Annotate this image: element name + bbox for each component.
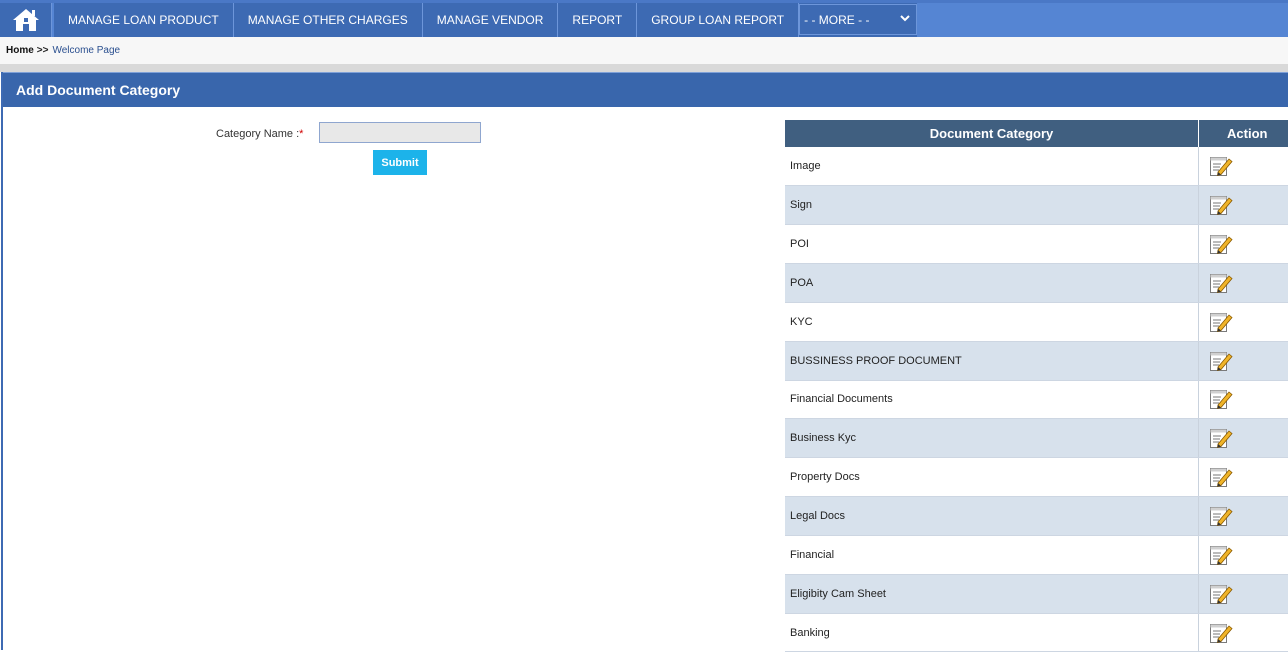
table-row: Banking — [785, 613, 1288, 652]
table-header-row: Document Category Action — [785, 120, 1288, 147]
action-cell — [1198, 147, 1288, 187]
edit-icon[interactable] — [1209, 155, 1233, 177]
edit-icon[interactable] — [1209, 272, 1233, 294]
table-row: Sign — [785, 185, 1288, 226]
table-row: Financial Documents — [785, 380, 1288, 420]
breadcrumb-current[interactable]: Welcome Page — [52, 45, 120, 56]
table-row: POA — [785, 263, 1288, 303]
edit-icon[interactable] — [1209, 544, 1233, 566]
category-name-cell: Legal Docs — [785, 496, 1200, 536]
breadcrumb-separator: >> — [36, 45, 49, 56]
category-name-cell: Banking — [785, 613, 1200, 652]
action-cell — [1198, 185, 1288, 226]
category-name-cell: Business Kyc — [785, 418, 1200, 459]
edit-icon[interactable] — [1209, 233, 1233, 255]
category-name-label: Category Name :* — [216, 128, 303, 140]
header-document-category: Document Category — [785, 120, 1200, 147]
category-name-cell: Sign — [785, 185, 1200, 226]
edit-icon[interactable] — [1209, 350, 1233, 372]
category-name-label-text: Category Name : — [216, 128, 300, 140]
action-cell — [1198, 341, 1288, 381]
nav-manage-vendor[interactable]: MANAGE VENDOR — [423, 3, 559, 37]
edit-icon[interactable] — [1209, 622, 1233, 644]
edit-icon[interactable] — [1209, 583, 1233, 605]
edit-icon[interactable] — [1209, 388, 1233, 410]
category-name-cell: POI — [785, 224, 1200, 265]
chevron-down-icon — [900, 14, 910, 25]
category-name-cell: Eligibity Cam Sheet — [785, 574, 1200, 614]
more-select[interactable]: - - MORE - - — [799, 4, 918, 35]
category-name-cell: POA — [785, 263, 1200, 303]
submit-button[interactable]: Submit — [373, 150, 427, 175]
table-row: KYC — [785, 302, 1288, 342]
header-action: Action — [1198, 120, 1288, 147]
breadcrumb-home[interactable]: Home — [6, 45, 34, 56]
nav-manage-other-charges[interactable]: MANAGE OTHER CHARGES — [234, 3, 423, 37]
category-name-cell: KYC — [785, 302, 1200, 342]
action-cell — [1198, 224, 1288, 265]
edit-icon[interactable] — [1209, 427, 1233, 449]
table-row: Property Docs — [785, 457, 1288, 498]
nav-manage-loan-product[interactable]: MANAGE LOAN PRODUCT — [54, 3, 234, 37]
more-select-value: - - MORE - - — [804, 12, 870, 27]
table-row: Legal Docs — [785, 496, 1288, 536]
action-cell — [1198, 535, 1288, 575]
action-cell — [1198, 457, 1288, 498]
category-name-cell: BUSSINESS PROOF DOCUMENT — [785, 341, 1200, 381]
home-button[interactable] — [0, 3, 52, 37]
action-cell — [1198, 574, 1288, 614]
top-navigation: MANAGE LOAN PRODUCT MANAGE OTHER CHARGES… — [0, 0, 1288, 37]
table-body: Image Sign POI POA KYC BUSSINESS PROOF DOCUME… — [785, 147, 1288, 652]
action-cell — [1198, 263, 1288, 303]
edit-icon[interactable] — [1209, 194, 1233, 216]
nav-group-loan-report[interactable]: GROUP LOAN REPORT — [637, 3, 800, 37]
category-name-input[interactable] — [319, 122, 481, 143]
action-cell — [1198, 380, 1288, 420]
table-row: BUSSINESS PROOF DOCUMENT — [785, 341, 1288, 381]
table-row: Image — [785, 147, 1288, 187]
edit-icon[interactable] — [1209, 505, 1233, 527]
nav-report[interactable]: REPORT — [558, 3, 638, 37]
document-category-table: Document Category Action Image Sign POI POA… — [785, 120, 1288, 652]
table-row: POI — [785, 224, 1288, 265]
table-row: Eligibity Cam Sheet — [785, 574, 1288, 614]
home-icon — [12, 9, 39, 31]
table-row: Business Kyc — [785, 418, 1288, 459]
edit-icon[interactable] — [1209, 311, 1233, 333]
action-cell — [1198, 302, 1288, 342]
edit-icon[interactable] — [1209, 466, 1233, 488]
category-name-cell: Image — [785, 147, 1200, 187]
nav-menu: MANAGE LOAN PRODUCT MANAGE OTHER CHARGES… — [54, 3, 918, 37]
required-mark: * — [299, 128, 304, 140]
table-row: Financial — [785, 535, 1288, 575]
main-panel: Add Document Category Category Name :* S… — [1, 72, 1288, 652]
action-cell — [1198, 418, 1288, 459]
panel-title: Add Document Category — [3, 72, 1288, 107]
category-name-cell: Financial Documents — [785, 380, 1200, 420]
divider — [0, 64, 1288, 72]
category-name-cell: Financial — [785, 535, 1200, 575]
action-cell — [1198, 496, 1288, 536]
breadcrumb: Home >> Welcome Page — [0, 37, 1288, 64]
category-name-cell: Property Docs — [785, 457, 1200, 498]
action-cell — [1198, 613, 1288, 652]
